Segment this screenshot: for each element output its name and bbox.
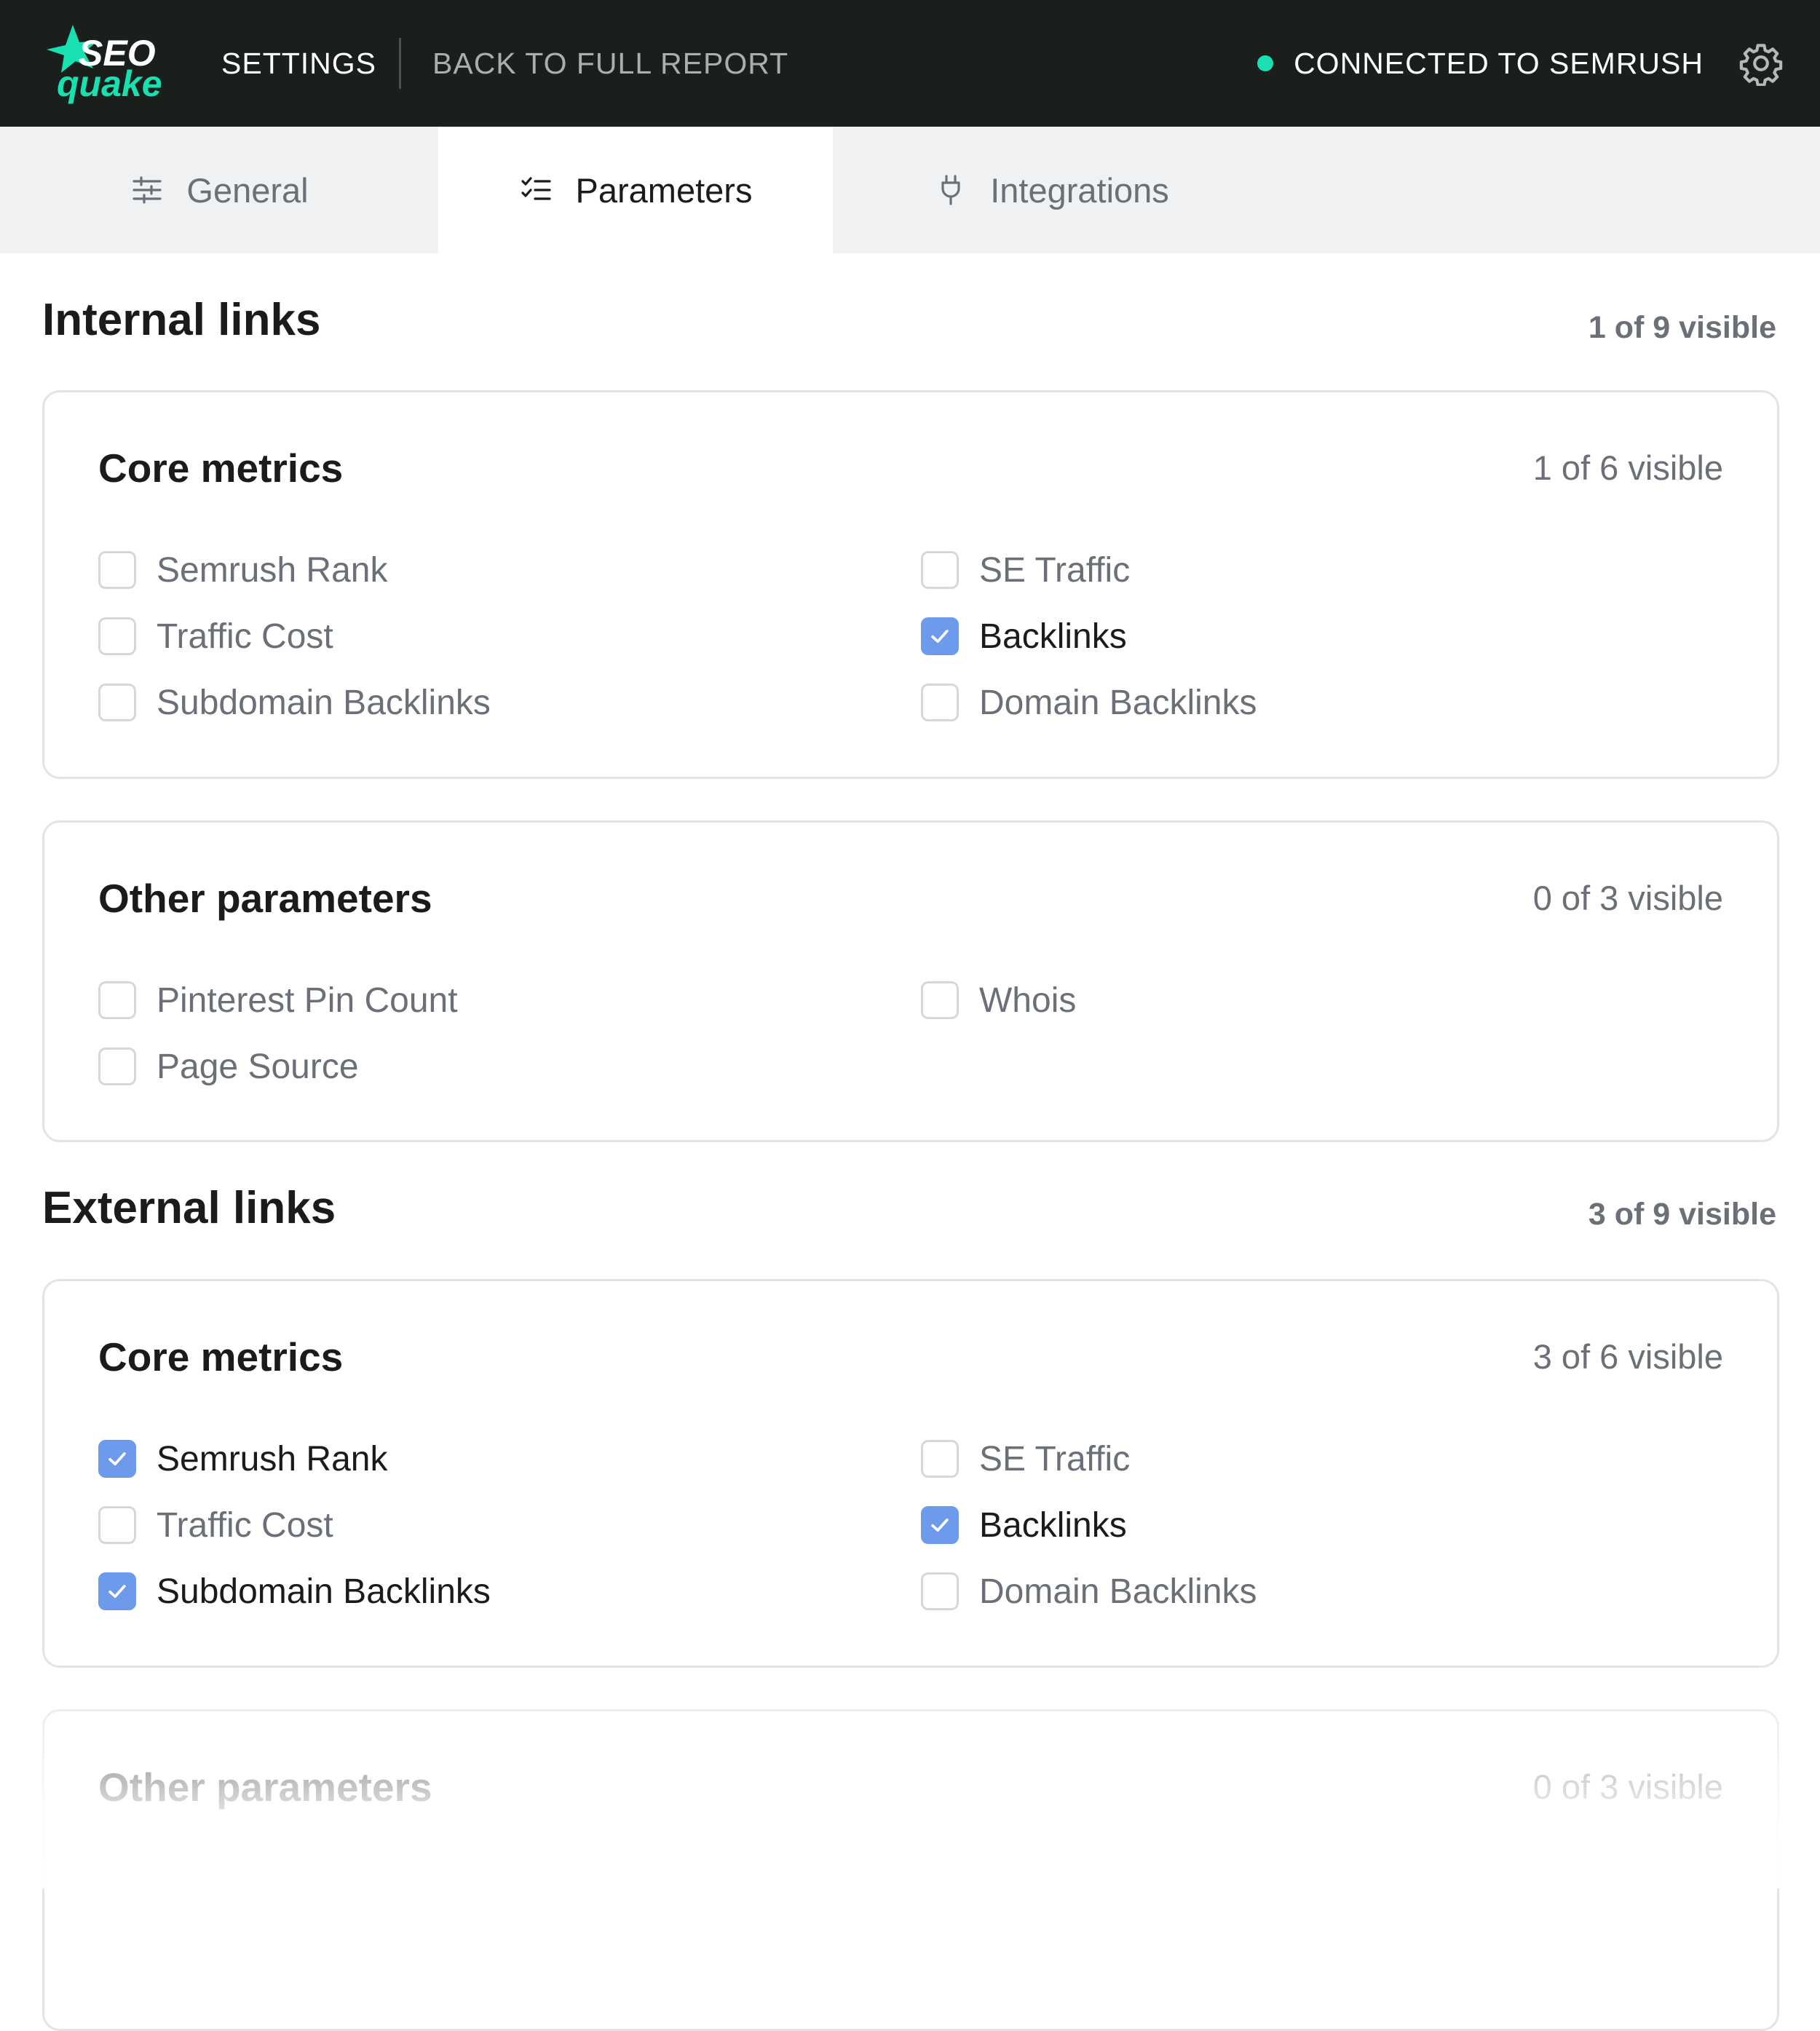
plug-icon — [941, 175, 960, 205]
seoquake-logo: SEO quake — [47, 25, 162, 104]
checkbox-label: Semrush Rank — [157, 1439, 388, 1478]
tab-general-label: General — [186, 170, 309, 210]
section-count-internal-links: 1 of 9 visible — [1588, 310, 1776, 345]
checkbox-label: Traffic Cost — [157, 617, 333, 656]
card-title: Other parameters — [98, 1765, 432, 1810]
section-title-internal-links: Internal links — [42, 295, 321, 345]
tab-parameters[interactable]: Parameters — [438, 127, 833, 253]
checkbox-label: SE Traffic — [979, 550, 1131, 590]
checkbox-item-pinterest-pin-count[interactable]: Pinterest Pin Count — [98, 978, 458, 1022]
checkbox-item-se-traffic[interactable]: SE Traffic — [921, 1437, 1130, 1481]
gear-icon[interactable] — [1738, 41, 1784, 86]
card-count: 3 of 6 visible — [1532, 1337, 1723, 1376]
checkbox-item-subdomain-backlinks[interactable]: Subdomain Backlinks — [98, 1569, 491, 1613]
card-title: Other parameters — [98, 876, 432, 921]
checkbox[interactable] — [98, 1506, 136, 1544]
checklist-icon — [521, 177, 551, 200]
card-title: Core metrics — [98, 1334, 344, 1379]
card-external-other-parameters: Other parameters 0 of 3 visible — [42, 1709, 1779, 2031]
card-title: Core metrics — [98, 446, 344, 491]
tab-general[interactable]: General — [0, 127, 438, 253]
logo-text-bottom: quake — [57, 63, 162, 104]
section-count-external-links: 3 of 9 visible — [1588, 1197, 1776, 1232]
card-count: 1 of 6 visible — [1532, 448, 1723, 487]
checkbox-item-domain-backlinks[interactable]: Domain Backlinks — [921, 681, 1257, 724]
checkbox-label: Semrush Rank — [157, 550, 388, 590]
checkbox-label: Page Source — [157, 1047, 359, 1086]
checkbox[interactable] — [921, 981, 959, 1019]
tab-integrations-label: Integrations — [990, 170, 1169, 210]
card-count: 0 of 3 visible — [1532, 1767, 1723, 1806]
checkbox-label: Subdomain Backlinks — [157, 683, 491, 722]
checkbox[interactable] — [98, 617, 136, 655]
checkbox[interactable] — [921, 684, 959, 721]
checkbox-label: Domain Backlinks — [979, 683, 1257, 722]
checkbox[interactable] — [98, 1048, 136, 1085]
top-bar: SEO quake SETTINGS BACK TO FULL REPORT C… — [0, 0, 1820, 127]
card-external-core-metrics: Core metrics 3 of 6 visible Semrush Rank… — [42, 1279, 1779, 1668]
checkmark-icon — [931, 630, 949, 643]
checkbox[interactable] — [98, 1572, 136, 1610]
checkbox-item-traffic-cost[interactable]: Traffic Cost — [98, 614, 333, 658]
tab-bar: General Parameters Integrations — [0, 127, 1820, 253]
checkbox-item-backlinks[interactable]: Backlinks — [921, 1503, 1127, 1547]
checkmark-icon — [108, 1452, 126, 1465]
checkbox-item-domain-backlinks[interactable]: Domain Backlinks — [921, 1569, 1257, 1613]
checkbox-item-backlinks[interactable]: Backlinks — [921, 614, 1127, 658]
checkbox-label: Traffic Cost — [157, 1505, 333, 1545]
status-dot-icon — [1257, 55, 1274, 71]
checkbox[interactable] — [921, 1506, 959, 1544]
checkbox-item-se-traffic[interactable]: SE Traffic — [921, 548, 1130, 592]
sliders-icon — [132, 176, 162, 204]
checkbox[interactable] — [921, 551, 959, 589]
checkbox-label: Domain Backlinks — [979, 1572, 1257, 1611]
connection-status-label: CONNECTED TO SEMRUSH — [1294, 46, 1704, 80]
settings-nav-link[interactable]: SETTINGS — [221, 0, 376, 127]
checkbox-label: Whois — [979, 981, 1077, 1020]
checkbox-item-semrush-rank[interactable]: Semrush Rank — [98, 1437, 387, 1481]
checkbox[interactable] — [921, 1440, 959, 1478]
checkbox-label: Pinterest Pin Count — [157, 981, 458, 1020]
checkbox[interactable] — [98, 981, 136, 1019]
section-title-external-links: External links — [42, 1183, 336, 1233]
checkbox-item-semrush-rank[interactable]: Semrush Rank — [98, 548, 387, 592]
checkbox[interactable] — [98, 551, 136, 589]
card-internal-other-parameters: Other parameters 0 of 3 visible Pinteres… — [42, 820, 1779, 1142]
checkmark-icon — [108, 1585, 126, 1598]
checkbox-item-traffic-cost[interactable]: Traffic Cost — [98, 1503, 333, 1547]
back-to-full-report-link[interactable]: BACK TO FULL REPORT — [432, 0, 788, 127]
card-count: 0 of 3 visible — [1532, 879, 1723, 917]
checkbox[interactable] — [921, 1572, 959, 1610]
checkbox-item-page-source[interactable]: Page Source — [98, 1045, 359, 1088]
checkbox-item-subdomain-backlinks[interactable]: Subdomain Backlinks — [98, 681, 491, 724]
connection-status: CONNECTED TO SEMRUSH — [1257, 0, 1704, 127]
checkbox[interactable] — [98, 684, 136, 721]
checkbox-label: SE Traffic — [979, 1439, 1131, 1478]
checkbox-item-whois[interactable]: Whois — [921, 978, 1076, 1022]
checkmark-icon — [931, 1519, 949, 1532]
nav-divider — [399, 38, 401, 89]
tab-integrations[interactable]: Integrations — [833, 127, 1270, 253]
checkbox-label: Backlinks — [979, 617, 1127, 656]
checkbox-label: Backlinks — [979, 1505, 1127, 1545]
tab-parameters-label: Parameters — [575, 170, 753, 210]
card-internal-core-metrics: Core metrics 1 of 6 visible Semrush Rank… — [42, 390, 1779, 779]
checkbox-label: Subdomain Backlinks — [157, 1572, 491, 1611]
checkbox[interactable] — [98, 1440, 136, 1478]
checkbox[interactable] — [921, 617, 959, 655]
